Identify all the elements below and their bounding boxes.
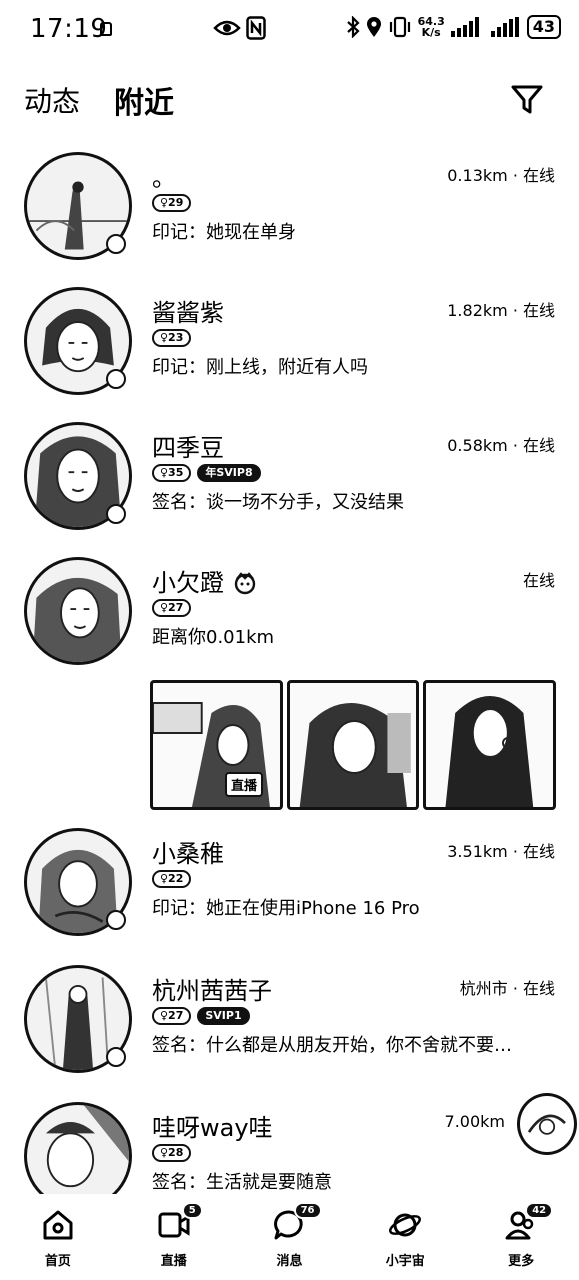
online-status-dot	[106, 504, 126, 524]
photo-thumbnail[interactable]	[423, 680, 557, 810]
nav-label: 消息	[276, 1254, 303, 1269]
nav-badge-count: 76	[293, 1202, 322, 1219]
floating-avatar-bubble[interactable]	[517, 1093, 577, 1155]
user-name: 酱酱紫	[152, 299, 224, 327]
user-name-text: 小欠蹬	[152, 569, 224, 597]
list-item[interactable]: 小欠蹬 在线 ♀27 距离你0.01km	[0, 543, 579, 678]
status-time: 17:19	[30, 14, 108, 44]
nav-label: 直播	[160, 1254, 187, 1269]
badge-row: ♀22	[152, 870, 192, 888]
nav-messages[interactable]: 76 消息	[232, 1194, 348, 1280]
badge-row: ♀27 SVIP1	[152, 1007, 250, 1025]
nfc-icon	[246, 16, 266, 40]
age-badge: ♀28	[152, 1144, 192, 1162]
top-header: 动态 附近	[0, 62, 579, 132]
distance-status: 0.13km · 在线	[447, 166, 555, 185]
eye-icon	[213, 20, 241, 36]
nav-more[interactable]: 42 更多	[463, 1194, 579, 1280]
nav-live[interactable]: 5 直播	[116, 1194, 232, 1280]
nav-home[interactable]: 首页	[0, 1194, 116, 1280]
online-status-dot	[106, 369, 126, 389]
crown-avatar-icon	[234, 572, 255, 595]
online-status-dot	[106, 1047, 126, 1067]
svip-badge: SVIP1	[197, 1007, 250, 1025]
list-item[interactable]: 哇呀way哇 7.00km ♀28 签名：生活就是要随意	[0, 1088, 579, 1198]
age-badge: ♀29	[152, 194, 192, 212]
age-badge: ♀27	[152, 1007, 192, 1025]
age-badge: ♀27	[152, 599, 192, 617]
online-status-dot	[106, 910, 126, 930]
user-signature: 签名：生活就是要随意	[152, 1172, 332, 1193]
badge-row: ♀35 年SVIP8	[152, 464, 261, 482]
svip-badge: 年SVIP8	[197, 464, 261, 482]
network-speed-unit: K/s	[421, 26, 441, 39]
battery-indicator: 43	[526, 15, 561, 39]
home-icon	[43, 1210, 73, 1240]
lock-icon	[100, 22, 112, 36]
signal-2-icon	[490, 17, 519, 37]
signal-icon	[450, 17, 479, 37]
avatar[interactable]	[24, 1102, 132, 1198]
distance-status: 1.82km · 在线	[447, 301, 555, 320]
photo-thumbnail[interactable]	[286, 680, 420, 810]
live-photo[interactable]: 直播	[150, 680, 283, 810]
distance-status: 3.51km · 在线	[447, 842, 555, 861]
user-name: 哇呀way哇	[152, 1114, 273, 1142]
distance-status: 在线	[522, 571, 555, 590]
planet-icon	[389, 1213, 422, 1237]
age-badge: ♀23	[152, 329, 192, 347]
user-signature: 签名：谈一场不分手，又没结果	[152, 492, 404, 513]
badge-row: ♀28	[152, 1144, 192, 1162]
network-speed: 64.3 K/s	[418, 16, 445, 38]
list-item[interactable]: 。 0.13km · 在线 ♀29 印记：她现在单身	[0, 138, 579, 273]
vibrate-icon	[389, 16, 410, 38]
distance-status: 杭州市 · 在线	[459, 979, 555, 998]
status-right-cluster: 64.3 K/s 43	[346, 15, 561, 39]
user-name: 。	[152, 164, 176, 192]
location-icon	[366, 17, 381, 37]
nav-label: 小宇宙	[385, 1254, 425, 1269]
badge-row: ♀29	[152, 194, 192, 212]
tab-nearby[interactable]: 附近	[114, 78, 174, 122]
online-status-dot	[106, 234, 126, 254]
live-tag: 直播	[225, 772, 264, 797]
filter-icon[interactable]	[510, 82, 544, 116]
avatar[interactable]	[24, 557, 132, 665]
badge-row: ♀27	[152, 599, 192, 617]
user-name: 杭州茜茜子	[152, 977, 272, 1005]
user-signature: 签名：什么都是从朋友开始，你不舍就不要…	[152, 1035, 512, 1056]
age-badge: ♀35	[152, 464, 192, 482]
user-name: 小桑稚	[152, 840, 224, 868]
tab-dynamic[interactable]: 动态	[24, 80, 80, 120]
user-signature: 距离你0.01km	[152, 627, 275, 648]
nav-universe[interactable]: 小宇宙	[347, 1194, 463, 1280]
nav-label: 更多	[508, 1254, 535, 1269]
user-name: 小欠蹬	[152, 563, 258, 598]
age-badge: ♀22	[152, 870, 192, 888]
user-signature: 印记：刚上线，附近有人吗	[152, 357, 368, 378]
bottom-nav: 首页 5 直播 76 消息 小宇宙 42 更多	[0, 1194, 579, 1280]
status-bar: 17:19 64.3 K/s 43	[0, 0, 579, 62]
list-item[interactable]: 小桑稚 3.51km · 在线 ♀22 印记：她正在使用iPhone 16 Pr…	[0, 818, 579, 953]
list-item[interactable]: 杭州茜茜子 杭州市 · 在线 ♀27 SVIP1 签名：什么都是从朋友开始，你不…	[0, 953, 579, 1088]
badge-row: ♀23	[152, 329, 192, 347]
user-signature: 印记：她正在使用iPhone 16 Pro	[152, 898, 420, 919]
list-item[interactable]: 四季豆 0.58km · 在线 ♀35 年SVIP8 签名：谈一场不分手，又没结…	[0, 408, 579, 543]
list-item[interactable]: 酱酱紫 1.82km · 在线 ♀23 印记：刚上线，附近有人吗	[0, 273, 579, 408]
bluetooth-icon	[346, 16, 360, 38]
nav-badge-count: 42	[525, 1202, 554, 1219]
photo-strip: 直播	[150, 680, 557, 810]
distance-status: 7.00km	[444, 1112, 505, 1131]
distance-status: 0.58km · 在线	[447, 436, 555, 455]
user-signature: 印记：她现在单身	[152, 222, 296, 243]
user-name: 四季豆	[152, 434, 224, 462]
nav-label: 首页	[44, 1254, 71, 1269]
nav-badge-count: 5	[181, 1202, 203, 1219]
